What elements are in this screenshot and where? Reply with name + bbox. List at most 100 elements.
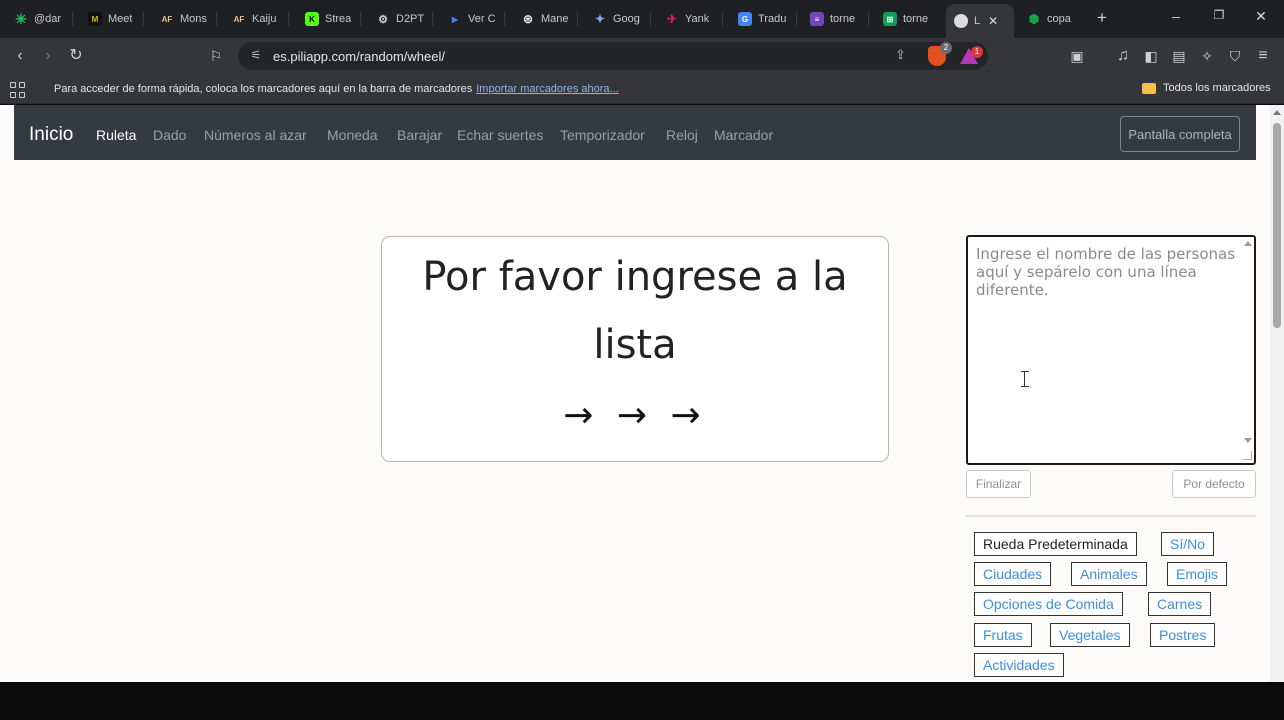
preset-si-no[interactable]: Sí/No xyxy=(1161,532,1215,556)
brave-shields-icon[interactable]: 2 xyxy=(928,42,952,66)
finish-button[interactable]: Finalizar xyxy=(966,470,1031,498)
leo-ai-icon[interactable]: ✧ xyxy=(1197,46,1217,66)
textarea-scroll-up-icon[interactable] xyxy=(1244,241,1252,246)
bookmark-icon[interactable]: ⚐ xyxy=(206,46,226,66)
tab-label: torne xyxy=(903,13,929,25)
kick-icon: K xyxy=(305,12,319,26)
nav-link-echar-suertes[interactable]: Echar suertes xyxy=(457,127,543,143)
nav-link-ruleta[interactable]: Ruleta xyxy=(96,127,136,143)
media-icon[interactable]: ♫ xyxy=(1113,46,1133,66)
nav-link-barajar[interactable]: Barajar xyxy=(397,127,442,143)
d2pt-icon: ⚙ xyxy=(378,13,388,26)
tab-label: Tradu xyxy=(758,13,787,25)
forward-icon[interactable]: › xyxy=(38,46,58,66)
tab-5[interactable]: ⚙ D2PT xyxy=(376,5,426,33)
tab-13-active[interactable]: L ✕ xyxy=(946,4,1014,38)
bookmarks-hint: Para acceder de forma rápida, coloca los… xyxy=(54,83,619,95)
nav-link-moneda[interactable]: Moneda xyxy=(327,127,378,143)
divider xyxy=(966,515,1256,517)
meet-icon: M xyxy=(88,12,102,26)
tab-3[interactable]: AF Kaiju xyxy=(232,5,280,33)
preset-opciones-de-comida[interactable]: Opciones de Comida xyxy=(974,592,1123,616)
restore-icon[interactable]: ❐ xyxy=(1209,8,1229,22)
nav-link-reloj[interactable]: Reloj xyxy=(666,127,698,143)
preset-postres[interactable]: Postres xyxy=(1150,623,1216,647)
brave-rewards-icon[interactable]: 1 xyxy=(960,46,983,64)
tab-4[interactable]: K Strea xyxy=(305,5,353,33)
tab-6[interactable]: ▶ Ver C xyxy=(448,5,498,33)
preset-rueda-predeterminada[interactable]: Rueda Predeterminada xyxy=(974,532,1137,556)
preset-frutas[interactable]: Frutas xyxy=(974,623,1032,647)
preset-ciudades[interactable]: Ciudades xyxy=(974,562,1052,586)
play-icon: ▶ xyxy=(451,14,459,24)
all-bookmarks-folder[interactable]: Todos los marcadores xyxy=(1142,82,1271,94)
default-button[interactable]: Por defecto xyxy=(1172,470,1256,498)
tab-label: Goog xyxy=(613,13,640,25)
tab-1[interactable]: M Meet xyxy=(88,5,136,33)
tab-label: Kaiju xyxy=(252,13,277,25)
address-bar[interactable]: ⚟ es.piliapp.com/random/wheel/ ⇪ 2 1 xyxy=(238,42,988,70)
tab-2[interactable]: AF Mons xyxy=(160,5,208,33)
tab-14[interactable]: ⬢ copa xyxy=(1027,5,1077,33)
sidebar-icon[interactable]: ◧ xyxy=(1141,46,1161,66)
bookmarks-bar: Para acceder de forma rápida, coloca los… xyxy=(0,74,1284,104)
page-content: Inicio Ruleta Dado Números al azar Moned… xyxy=(0,105,1270,682)
browser-toolbar: ‹ › ↻ ⚐ ⚟ es.piliapp.com/random/wheel/ ⇪… xyxy=(0,38,1284,74)
apps-grid-icon[interactable] xyxy=(10,82,26,98)
translate-icon: G xyxy=(738,12,752,26)
tab-label: Meet xyxy=(108,13,133,25)
scroll-up-icon[interactable] xyxy=(1273,110,1281,115)
close-window-icon[interactable]: ✕ xyxy=(1251,8,1271,25)
tab-10[interactable]: G Tradu xyxy=(738,5,790,33)
preset-vegetales[interactable]: Vegetales xyxy=(1050,623,1130,647)
tab-9[interactable]: ✈ Yank xyxy=(665,5,715,33)
wallet-icon[interactable]: ▤ xyxy=(1169,46,1189,66)
preset-emojis[interactable]: Emojis xyxy=(1167,562,1228,586)
nav-link-numeros[interactable]: Números al azar xyxy=(204,127,307,143)
textarea-resize-handle[interactable] xyxy=(1243,451,1252,460)
wheel-prompt-box: Por favor ingrese a la lista → → → xyxy=(381,236,889,462)
preset-carnes[interactable]: Carnes xyxy=(1148,592,1212,616)
share-icon[interactable]: ⇪ xyxy=(895,47,906,63)
reload-icon[interactable]: ↻ xyxy=(66,46,86,66)
vpn-icon[interactable]: ⛉ xyxy=(1225,46,1245,66)
import-bookmarks-link[interactable]: Importar marcadores ahora... xyxy=(476,83,618,95)
chatgpt-icon: ⊛ xyxy=(522,12,534,26)
text-cursor-icon xyxy=(1021,371,1029,387)
gemini-icon: ✦ xyxy=(594,12,606,26)
close-tab-icon[interactable]: ✕ xyxy=(988,14,998,28)
fullscreen-button[interactable]: Pantalla completa xyxy=(1120,116,1240,152)
nav-link-marcador[interactable]: Marcador xyxy=(714,127,773,143)
minimize-icon[interactable]: – xyxy=(1166,8,1186,24)
tab-label: Ver C xyxy=(468,13,496,25)
bottom-black-bar xyxy=(0,682,1284,720)
nav-link-temporizador[interactable]: Temporizador xyxy=(560,127,645,143)
names-textarea[interactable] xyxy=(966,235,1256,465)
scroll-thumb[interactable] xyxy=(1273,123,1281,328)
sheets-icon: ⊞ xyxy=(883,12,897,26)
preset-animales[interactable]: Animales xyxy=(1071,562,1147,586)
back-icon[interactable]: ‹ xyxy=(10,46,30,66)
site-navbar: Inicio Ruleta Dado Números al azar Moned… xyxy=(14,105,1256,160)
tab-0[interactable]: ✳ @dar xyxy=(14,5,66,33)
tab-12[interactable]: ⊞ torne xyxy=(883,5,935,33)
tab-8[interactable]: ✦ Goog xyxy=(593,5,643,33)
menu-icon[interactable]: ≡ xyxy=(1253,46,1273,66)
nav-brand-inicio[interactable]: Inicio xyxy=(29,124,73,146)
tab-7[interactable]: ⊛ Mane xyxy=(521,5,571,33)
preset-actividades[interactable]: Actividades xyxy=(974,653,1064,677)
all-bookmarks-label: Todos los marcadores xyxy=(1163,82,1271,94)
site-settings-icon[interactable]: ⚟ xyxy=(248,48,264,64)
nav-link-dado[interactable]: Dado xyxy=(153,127,186,143)
af-icon: AF xyxy=(161,14,173,24)
textarea-scroll-down-icon[interactable] xyxy=(1244,438,1252,443)
tab-label: @dar xyxy=(34,13,62,25)
wheel-prompt-text: Por favor ingrese a la lista xyxy=(422,254,848,368)
page-scrollbar[interactable] xyxy=(1270,105,1284,682)
tab-11[interactable]: ≡ torne xyxy=(810,5,862,33)
tab-label: copa xyxy=(1047,13,1071,25)
yankees-icon: ✈ xyxy=(666,12,678,26)
new-tab-button[interactable]: + xyxy=(1092,8,1112,28)
screenshot-icon[interactable]: ▣ xyxy=(1067,46,1087,66)
url-text[interactable]: es.piliapp.com/random/wheel/ xyxy=(273,49,445,64)
